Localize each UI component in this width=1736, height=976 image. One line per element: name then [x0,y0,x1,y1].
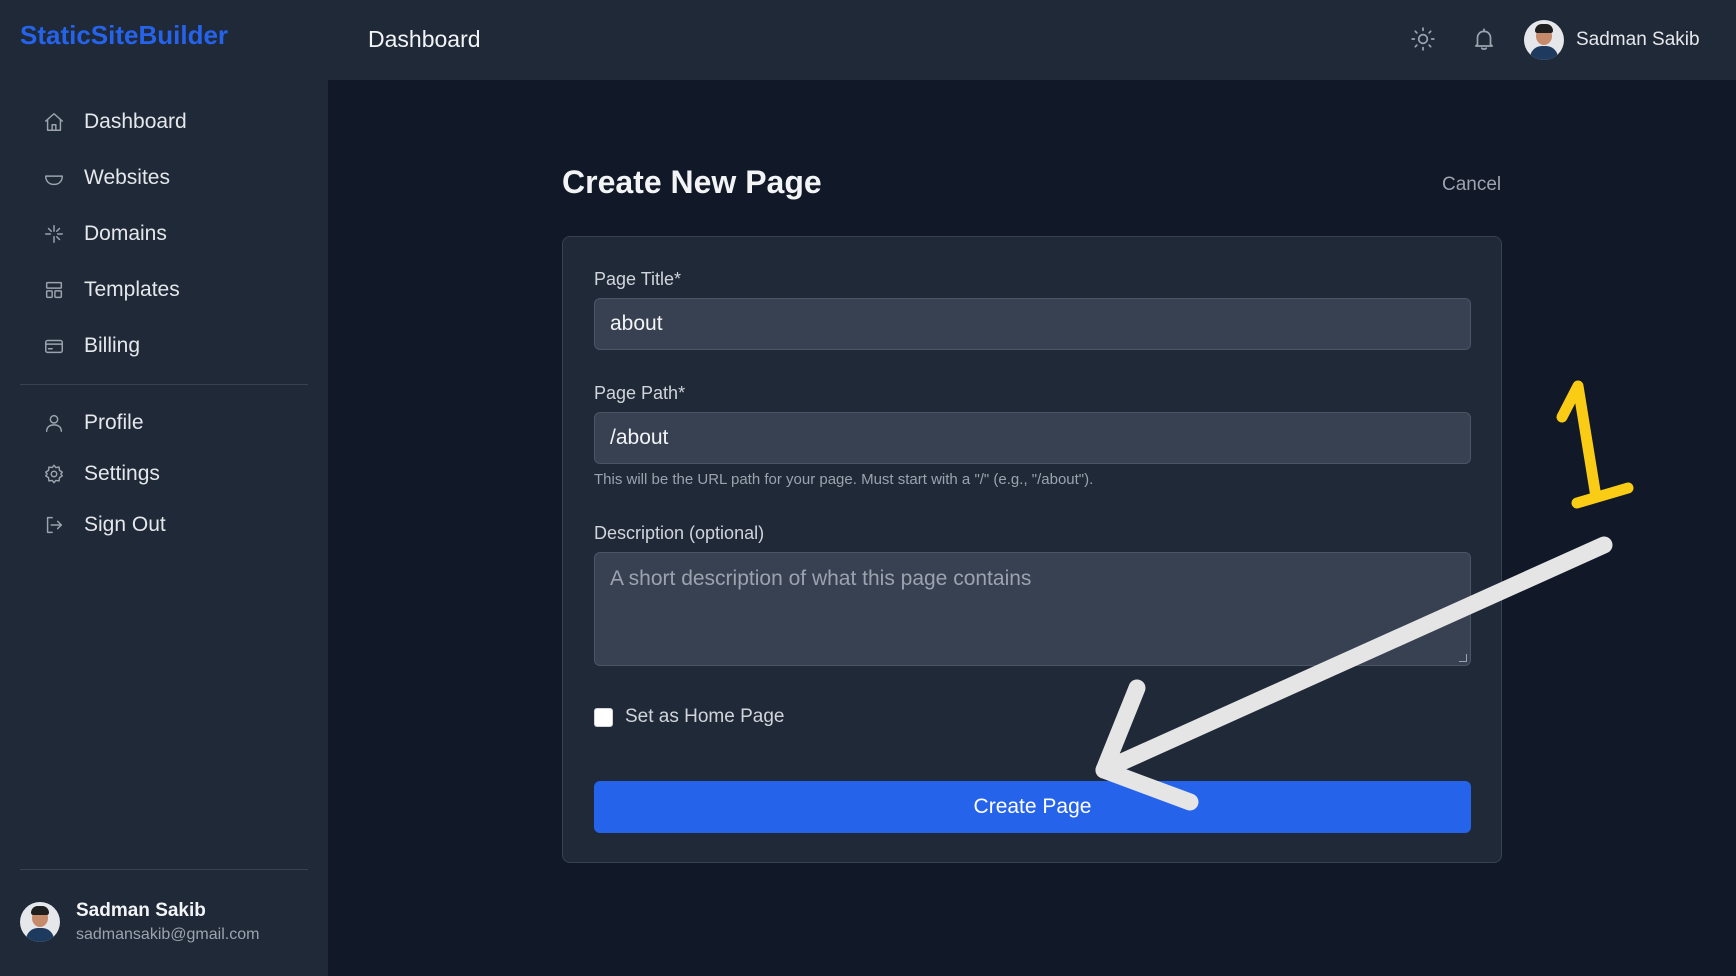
sidebar-divider [20,384,308,385]
sparkle-icon [42,222,66,246]
page-path-input[interactable]: /about [594,412,1471,464]
sidebar-item-label: Settings [84,461,160,485]
sign-out-icon [42,513,66,537]
page-title-label: Page Title* [594,269,682,289]
sidebar-item-label: Dashboard [84,110,187,133]
sidebar-user-name: Sadman Sakib [76,900,206,921]
home-page-checkbox[interactable] [594,707,613,727]
sidebar-item-label: Websites [84,166,170,189]
user-icon [42,411,66,435]
sidebar-item-domains[interactable]: Domains [20,206,308,262]
description-label: Description (optional) [594,523,765,543]
page-path-label: Page Path* [594,383,686,403]
sidebar-item-label: Billing [84,334,141,357]
sidebar-item-dashboard[interactable]: Dashboard [20,94,308,150]
sidebar-user-email: sadmansakib@gmail.com [76,926,260,943]
sidebar-nav: Dashboard Websites Domains Templates Bil… [20,94,308,550]
description-textarea[interactable]: A short description of what this page co… [594,552,1471,666]
template-icon [42,278,66,302]
avatar [1524,20,1564,60]
create-page-button[interactable]: Create Page [594,781,1471,833]
create-page-form: Page Title* about Page Path* /about This… [562,236,1502,863]
resize-handle-icon[interactable] [1459,654,1467,662]
topbar-user-menu[interactable]: Sadman Sakib [1524,20,1700,60]
home-page-checkbox-row[interactable]: Set as Home Page [594,706,784,728]
sidebar-item-profile[interactable]: Profile [20,397,308,448]
home-icon [42,110,66,134]
cancel-button[interactable]: Cancel [1442,174,1501,196]
sun-icon[interactable] [1408,24,1438,54]
avatar [20,902,60,942]
bowl-icon [42,166,66,190]
page-title-input[interactable]: about [594,298,1471,350]
sidebar-user-card[interactable]: Sadman Sakib sadmansakib@gmail.com [20,900,259,944]
sidebar-item-label: Domains [84,222,167,245]
sidebar: StaticSiteBuilder Dashboard Websites Dom… [0,0,328,976]
topbar: Dashboard Sadman Sakib [328,0,1736,81]
credit-card-icon [42,334,66,358]
page-path-help-text: This will be the URL path for your page.… [594,471,1094,488]
topbar-user-name: Sadman Sakib [1576,29,1700,50]
sidebar-item-label: Sign Out [84,512,166,536]
topbar-title: Dashboard [368,26,481,52]
home-page-checkbox-label: Set as Home Page [625,706,785,727]
sidebar-footer-divider [20,869,308,870]
sidebar-item-label: Templates [84,278,180,301]
sidebar-item-templates[interactable]: Templates [20,262,308,318]
annotation-step-number [1556,380,1634,509]
sidebar-item-sign-out[interactable]: Sign Out [20,499,308,550]
gear-icon [42,462,66,486]
brand-logo[interactable]: StaticSiteBuilder [20,20,228,51]
page-title: Create New Page [562,164,822,200]
bell-icon[interactable] [1469,24,1499,54]
sidebar-item-billing[interactable]: Billing [20,318,308,374]
sidebar-item-label: Profile [84,410,144,434]
sidebar-item-settings[interactable]: Settings [20,448,308,499]
description-placeholder: A short description of what this page co… [610,567,1032,590]
sidebar-item-websites[interactable]: Websites [20,150,308,206]
